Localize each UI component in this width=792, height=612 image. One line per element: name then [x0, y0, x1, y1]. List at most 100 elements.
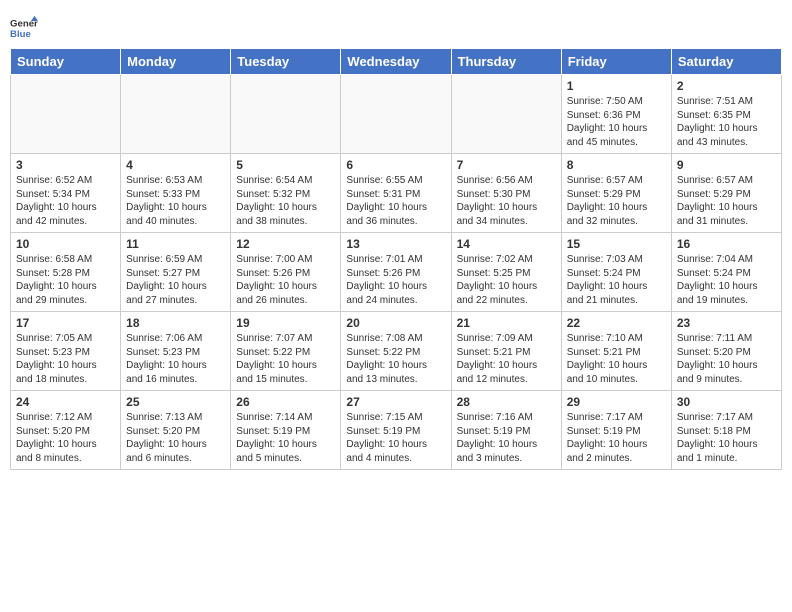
day-info: Sunrise: 7:05 AM Sunset: 5:23 PM Dayligh…: [16, 332, 115, 386]
day-info: Sunrise: 7:16 AM Sunset: 5:19 PM Dayligh…: [457, 411, 556, 465]
day-info: Sunrise: 6:57 AM Sunset: 5:29 PM Dayligh…: [677, 174, 776, 228]
calendar-cell: 12Sunrise: 7:00 AM Sunset: 5:26 PM Dayli…: [231, 233, 341, 312]
calendar-cell: 7 Sunrise: 6:56 AM Sunset: 5:30 PM Daylig…: [451, 154, 561, 233]
logo: General Blue: [10, 14, 38, 42]
day-number: 26: [236, 395, 335, 409]
day-info: Sunrise: 7:50 AM Sunset: 6:36 PM Dayligh…: [567, 95, 666, 149]
calendar-cell: 11 Sunrise: 6:59 AM Sunset: 5:27 PM Dayli…: [121, 233, 231, 312]
day-number: 24: [16, 395, 115, 409]
day-info: Sunrise: 7:00 AM Sunset: 5:26 PM Dayligh…: [236, 253, 335, 307]
calendar-cell: [451, 75, 561, 154]
calendar-cell: 4 Sunrise: 6:53 AM Sunset: 5:33 PM Daylig…: [121, 154, 231, 233]
weekday-header-friday: Friday: [561, 49, 671, 75]
calendar-cell: 9 Sunrise: 6:57 AM Sunset: 5:29 PM Daylig…: [671, 154, 781, 233]
day-number: 15: [567, 237, 666, 251]
day-info: Sunrise: 7:07 AM Sunset: 5:22 PM Dayligh…: [236, 332, 335, 386]
calendar-cell: 16 Sunrise: 7:04 AM Sunset: 5:24 PM Dayli…: [671, 233, 781, 312]
day-info: Sunrise: 7:17 AM Sunset: 5:18 PM Dayligh…: [677, 411, 776, 465]
day-number: 8: [567, 158, 666, 172]
day-number: 4: [126, 158, 225, 172]
day-number: 30: [677, 395, 776, 409]
day-number: 20: [346, 316, 445, 330]
weekday-header-wednesday: Wednesday: [341, 49, 451, 75]
week-row-4: 17 Sunrise: 7:05 AM Sunset: 5:23 PM Dayli…: [11, 312, 782, 391]
day-number: 28: [457, 395, 556, 409]
calendar-cell: 25 Sunrise: 7:13 AM Sunset: 5:20 PM Dayli…: [121, 391, 231, 470]
day-info: Sunrise: 7:13 AM Sunset: 5:20 PM Dayligh…: [126, 411, 225, 465]
calendar-cell: 17 Sunrise: 7:05 AM Sunset: 5:23 PM Dayli…: [11, 312, 121, 391]
day-number: 11: [126, 237, 225, 251]
calendar-cell: 30 Sunrise: 7:17 AM Sunset: 5:18 PM Dayli…: [671, 391, 781, 470]
calendar-cell: 23 Sunrise: 7:11 AM Sunset: 5:20 PM Dayli…: [671, 312, 781, 391]
calendar-cell: [231, 75, 341, 154]
week-row-3: 10Sunrise: 6:58 AM Sunset: 5:28 PM Dayli…: [11, 233, 782, 312]
day-info: Sunrise: 7:11 AM Sunset: 5:20 PM Dayligh…: [677, 332, 776, 386]
calendar-cell: 14 Sunrise: 7:02 AM Sunset: 5:25 PM Dayli…: [451, 233, 561, 312]
day-number: 18: [126, 316, 225, 330]
day-info: Sunrise: 7:06 AM Sunset: 5:23 PM Dayligh…: [126, 332, 225, 386]
day-info: Sunrise: 7:09 AM Sunset: 5:21 PM Dayligh…: [457, 332, 556, 386]
day-info: Sunrise: 6:53 AM Sunset: 5:33 PM Dayligh…: [126, 174, 225, 228]
calendar-cell: 29 Sunrise: 7:17 AM Sunset: 5:19 PM Dayli…: [561, 391, 671, 470]
day-info: Sunrise: 7:17 AM Sunset: 5:19 PM Dayligh…: [567, 411, 666, 465]
calendar-cell: 6Sunrise: 6:55 AM Sunset: 5:31 PM Daylig…: [341, 154, 451, 233]
day-number: 16: [677, 237, 776, 251]
weekday-header-sunday: Sunday: [11, 49, 121, 75]
calendar-cell: 24 Sunrise: 7:12 AM Sunset: 5:20 PM Dayli…: [11, 391, 121, 470]
calendar-cell: 18 Sunrise: 7:06 AM Sunset: 5:23 PM Dayli…: [121, 312, 231, 391]
day-info: Sunrise: 7:03 AM Sunset: 5:24 PM Dayligh…: [567, 253, 666, 307]
calendar-cell: 22 Sunrise: 7:10 AM Sunset: 5:21 PM Dayli…: [561, 312, 671, 391]
day-info: Sunrise: 7:51 AM Sunset: 6:35 PM Dayligh…: [677, 95, 776, 149]
calendar-cell: 27Sunrise: 7:15 AM Sunset: 5:19 PM Dayli…: [341, 391, 451, 470]
day-info: Sunrise: 6:52 AM Sunset: 5:34 PM Dayligh…: [16, 174, 115, 228]
calendar-cell: 21 Sunrise: 7:09 AM Sunset: 5:21 PM Dayli…: [451, 312, 561, 391]
day-number: 9: [677, 158, 776, 172]
calendar-cell: 20 Sunrise: 7:08 AM Sunset: 5:22 PM Dayli…: [341, 312, 451, 391]
day-number: 23: [677, 316, 776, 330]
calendar-cell: 5 Sunrise: 6:54 AM Sunset: 5:32 PM Daylig…: [231, 154, 341, 233]
day-info: Sunrise: 6:57 AM Sunset: 5:29 PM Dayligh…: [567, 174, 666, 228]
calendar-cell: 2Sunrise: 7:51 AM Sunset: 6:35 PM Daylig…: [671, 75, 781, 154]
calendar-cell: 3Sunrise: 6:52 AM Sunset: 5:34 PM Daylig…: [11, 154, 121, 233]
weekday-header-saturday: Saturday: [671, 49, 781, 75]
day-info: Sunrise: 6:54 AM Sunset: 5:32 PM Dayligh…: [236, 174, 335, 228]
day-number: 22: [567, 316, 666, 330]
day-info: Sunrise: 7:08 AM Sunset: 5:22 PM Dayligh…: [346, 332, 445, 386]
week-row-2: 3Sunrise: 6:52 AM Sunset: 5:34 PM Daylig…: [11, 154, 782, 233]
calendar-cell: 8 Sunrise: 6:57 AM Sunset: 5:29 PM Daylig…: [561, 154, 671, 233]
day-info: Sunrise: 6:55 AM Sunset: 5:31 PM Dayligh…: [346, 174, 445, 228]
day-info: Sunrise: 7:15 AM Sunset: 5:19 PM Dayligh…: [346, 411, 445, 465]
day-info: Sunrise: 7:12 AM Sunset: 5:20 PM Dayligh…: [16, 411, 115, 465]
day-number: 1: [567, 79, 666, 93]
calendar-cell: 26Sunrise: 7:14 AM Sunset: 5:19 PM Dayli…: [231, 391, 341, 470]
weekday-header-monday: Monday: [121, 49, 231, 75]
day-number: 29: [567, 395, 666, 409]
weekday-header-tuesday: Tuesday: [231, 49, 341, 75]
weekday-header-row: SundayMondayTuesdayWednesdayThursdayFrid…: [11, 49, 782, 75]
weekday-header-thursday: Thursday: [451, 49, 561, 75]
calendar-cell: 13Sunrise: 7:01 AM Sunset: 5:26 PM Dayli…: [341, 233, 451, 312]
day-number: 7: [457, 158, 556, 172]
day-number: 17: [16, 316, 115, 330]
day-number: 21: [457, 316, 556, 330]
day-info: Sunrise: 6:56 AM Sunset: 5:30 PM Dayligh…: [457, 174, 556, 228]
day-info: Sunrise: 7:04 AM Sunset: 5:24 PM Dayligh…: [677, 253, 776, 307]
day-info: Sunrise: 7:10 AM Sunset: 5:21 PM Dayligh…: [567, 332, 666, 386]
calendar-cell: [341, 75, 451, 154]
calendar-cell: 28 Sunrise: 7:16 AM Sunset: 5:19 PM Dayli…: [451, 391, 561, 470]
page-header: General Blue: [10, 10, 782, 42]
calendar-cell: 10Sunrise: 6:58 AM Sunset: 5:28 PM Dayli…: [11, 233, 121, 312]
day-info: Sunrise: 6:59 AM Sunset: 5:27 PM Dayligh…: [126, 253, 225, 307]
week-row-1: 1 Sunrise: 7:50 AM Sunset: 6:36 PM Daylig…: [11, 75, 782, 154]
day-info: Sunrise: 7:02 AM Sunset: 5:25 PM Dayligh…: [457, 253, 556, 307]
day-number: 10: [16, 237, 115, 251]
day-number: 25: [126, 395, 225, 409]
day-number: 19: [236, 316, 335, 330]
calendar-cell: 19 Sunrise: 7:07 AM Sunset: 5:22 PM Dayli…: [231, 312, 341, 391]
day-number: 14: [457, 237, 556, 251]
day-number: 13: [346, 237, 445, 251]
calendar-cell: 1 Sunrise: 7:50 AM Sunset: 6:36 PM Daylig…: [561, 75, 671, 154]
day-number: 5: [236, 158, 335, 172]
week-row-5: 24 Sunrise: 7:12 AM Sunset: 5:20 PM Dayli…: [11, 391, 782, 470]
calendar-cell: 15 Sunrise: 7:03 AM Sunset: 5:24 PM Dayli…: [561, 233, 671, 312]
